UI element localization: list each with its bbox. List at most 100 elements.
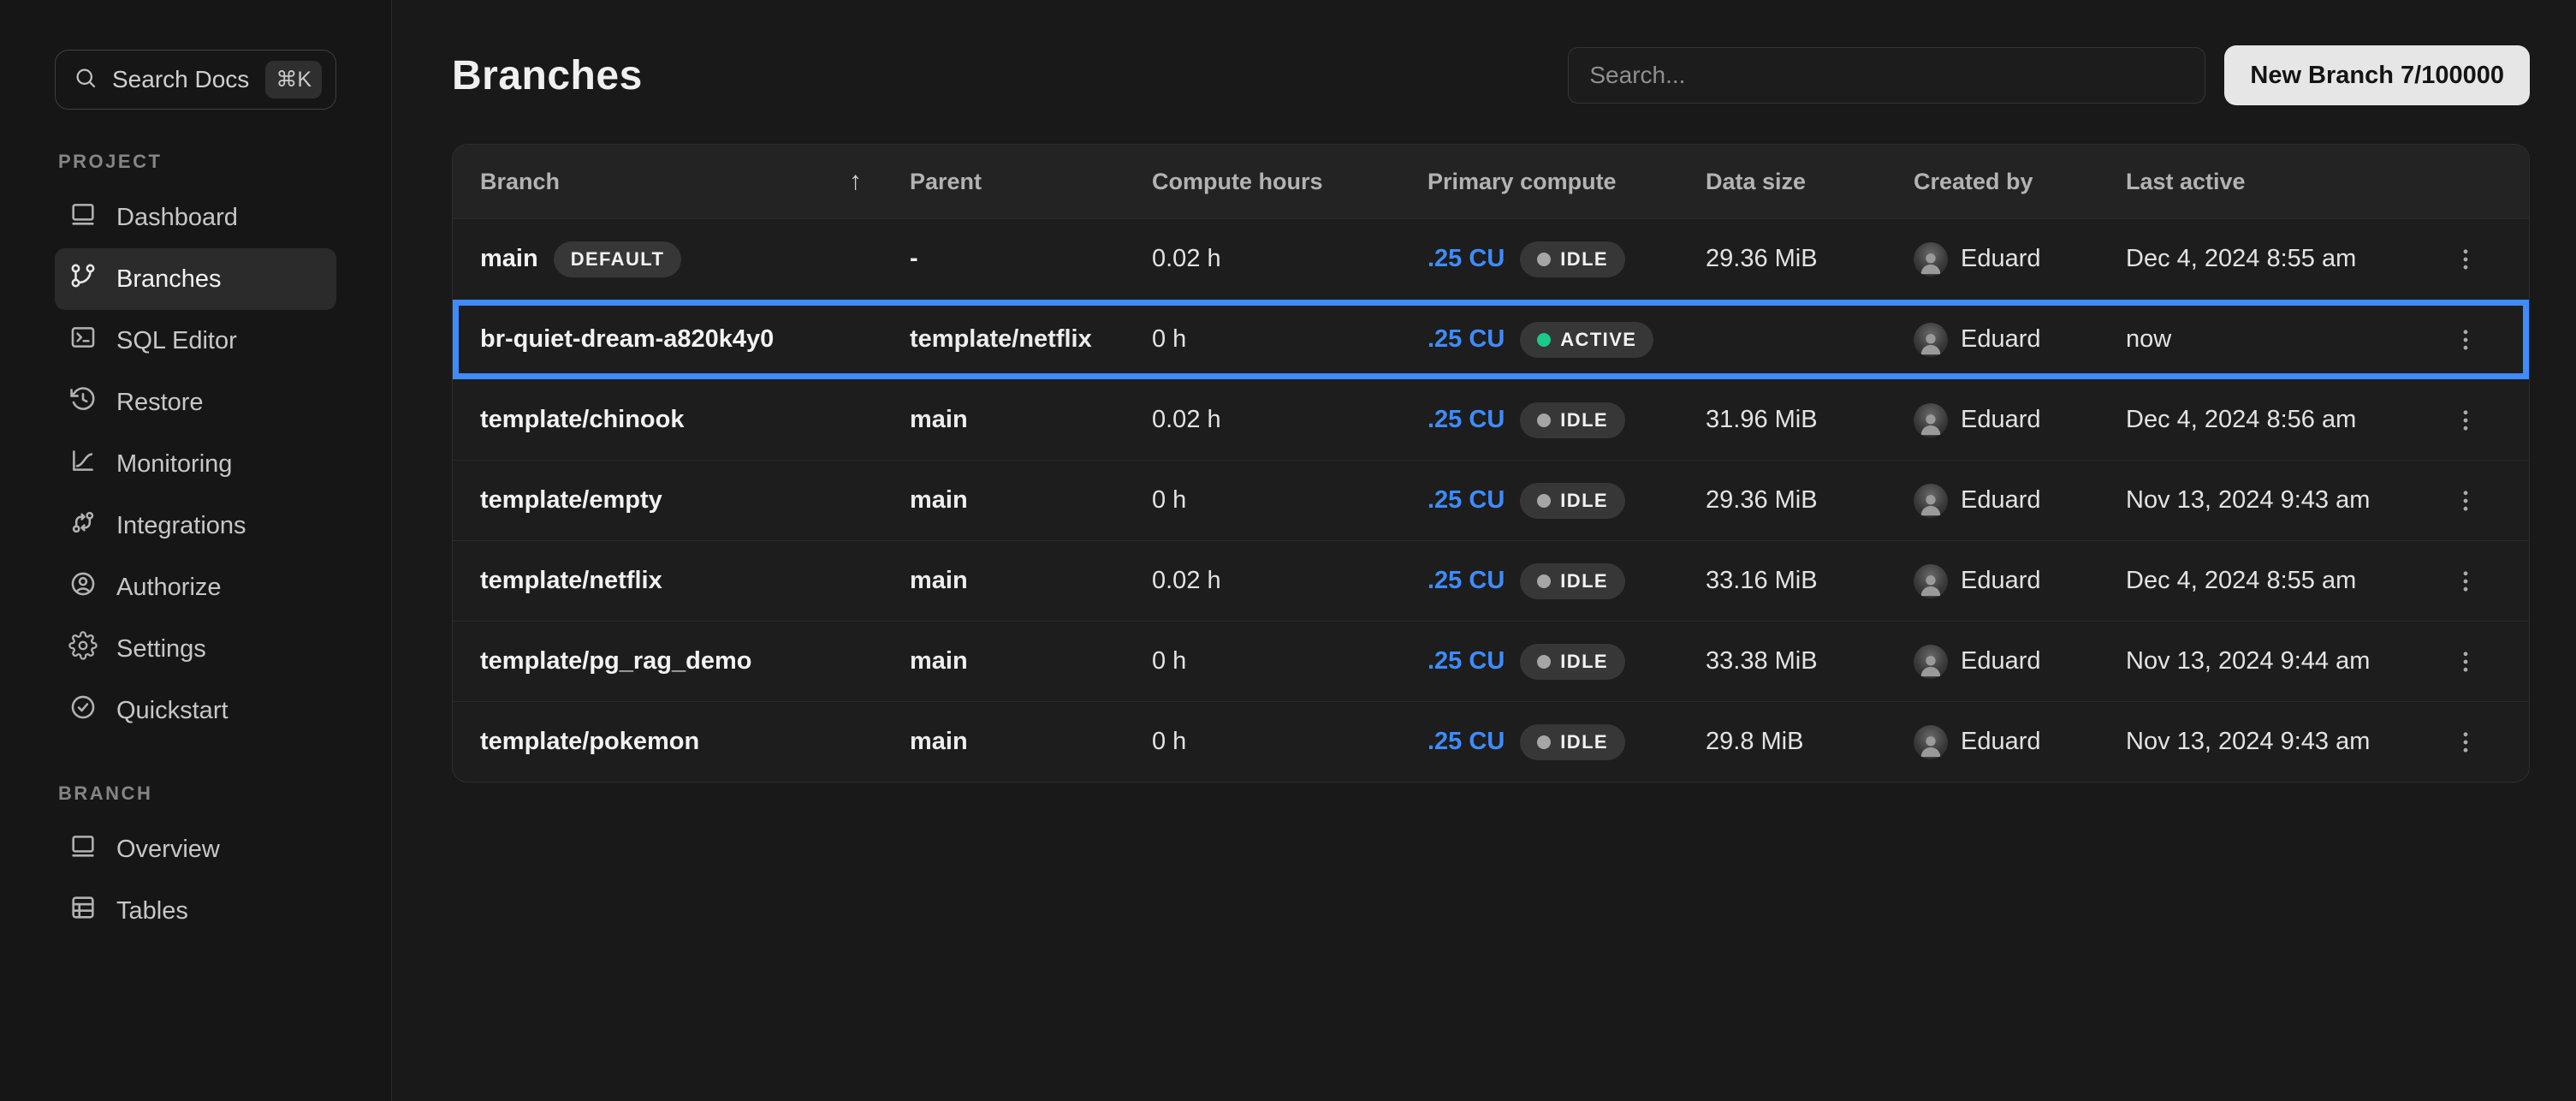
row-actions-cell (2408, 641, 2508, 682)
last-active-value: Nov 13, 2024 9:44 am (2126, 647, 2408, 675)
sidebar-section-branch: BRANCH (58, 783, 336, 805)
project-nav: Dashboard Branches SQL Editor (55, 187, 336, 741)
branch-cell: template/empty (480, 486, 910, 515)
created-by-cell: Eduard (1914, 323, 2126, 357)
compute-units-link[interactable]: .25 CU (1427, 325, 1505, 354)
column-header-primary-compute: Primary compute (1427, 169, 1706, 195)
row-menu-button[interactable] (2445, 641, 2486, 682)
sidebar-item-monitoring[interactable]: Monitoring (55, 433, 336, 495)
compute-units-link[interactable]: .25 CU (1427, 728, 1505, 756)
status-dot-icon (1537, 253, 1551, 266)
row-menu-button[interactable] (2445, 400, 2486, 441)
last-active-value: Nov 13, 2024 9:43 am (2126, 486, 2408, 515)
sidebar-item-label: SQL Editor (116, 327, 237, 355)
table-row[interactable]: template/empty main 0 h .25 CU IDLE 29.3… (453, 460, 2529, 540)
primary-compute-cell: .25 CU IDLE (1427, 724, 1706, 760)
kebab-menu-icon (2451, 486, 2480, 515)
last-active-value: Dec 4, 2024 8:55 am (2126, 567, 2408, 595)
compute-state-label: IDLE (1560, 731, 1608, 753)
table-row[interactable]: main DEFAULT - 0.02 h .25 CU IDLE 29.36 … (453, 218, 2529, 299)
table-header-row: Branch ↑ Parent Compute hours Primary co… (453, 145, 2529, 218)
toolbar: New Branch 7/100000 (1568, 45, 2530, 105)
default-badge: DEFAULT (554, 241, 682, 277)
sidebar-item-quickstart[interactable]: Quickstart (55, 680, 336, 741)
sidebar-item-sql-editor[interactable]: SQL Editor (55, 310, 336, 372)
kebab-menu-icon (2451, 406, 2480, 435)
branch-name: br-quiet-dream-a820k4y0 (480, 325, 774, 354)
compute-units-link[interactable]: .25 CU (1427, 406, 1505, 434)
overview-icon (68, 831, 98, 867)
app-root: Search Docs ⌘K PROJECT Dashboard B (0, 0, 2576, 1101)
branch-cell: main DEFAULT (480, 241, 910, 277)
table-row[interactable]: template/pokemon main 0 h .25 CU IDLE 29… (453, 701, 2529, 782)
status-dot-icon (1537, 414, 1551, 427)
branch-name: template/pg_rag_demo (480, 647, 751, 675)
compute-state-badge: IDLE (1520, 483, 1625, 519)
compute-state-badge: IDLE (1520, 644, 1625, 680)
sidebar-item-tables[interactable]: Tables (55, 880, 336, 942)
sidebar-item-label: Settings (116, 635, 206, 664)
kebab-menu-icon (2451, 245, 2480, 274)
row-actions-cell (2408, 239, 2508, 280)
compute-units-link[interactable]: .25 CU (1427, 245, 1505, 273)
branch-name: main (480, 245, 538, 273)
table-row[interactable]: template/netflix main 0.02 h .25 CU IDLE… (453, 540, 2529, 621)
sidebar-item-label: Restore (116, 389, 204, 417)
compute-state-label: ACTIVE (1560, 329, 1636, 351)
row-menu-button[interactable] (2445, 239, 2486, 280)
sidebar: Search Docs ⌘K PROJECT Dashboard B (0, 0, 392, 1101)
created-by-name: Eduard (1961, 567, 2041, 595)
sidebar-item-label: Overview (116, 836, 220, 864)
status-dot-icon (1537, 655, 1551, 669)
gear-icon (68, 631, 98, 667)
created-by-name: Eduard (1961, 728, 2041, 756)
last-active-value: now (2126, 325, 2408, 354)
table-body: main DEFAULT - 0.02 h .25 CU IDLE 29.36 … (453, 218, 2529, 782)
row-menu-button[interactable] (2445, 722, 2486, 763)
row-menu-button[interactable] (2445, 561, 2486, 602)
sidebar-item-branches[interactable]: Branches (55, 248, 336, 310)
sidebar-item-restore[interactable]: Restore (55, 372, 336, 433)
branch-cell: template/chinook (480, 406, 910, 434)
avatar (1914, 323, 1948, 357)
sidebar-item-settings[interactable]: Settings (55, 618, 336, 680)
branch-name: template/pokemon (480, 728, 699, 756)
sidebar-item-label: Monitoring (116, 450, 232, 479)
row-menu-button[interactable] (2445, 480, 2486, 521)
sidebar-item-dashboard[interactable]: Dashboard (55, 187, 336, 248)
branch-nav: Overview Tables (55, 818, 336, 942)
parent-branch: template/netflix (910, 325, 1152, 354)
compute-hours-value: 0.02 h (1152, 567, 1427, 595)
new-branch-button[interactable]: New Branch 7/100000 (2224, 45, 2530, 105)
table-row[interactable]: br-quiet-dream-a820k4y0 template/netflix… (453, 299, 2529, 379)
compute-hours-value: 0 h (1152, 647, 1427, 675)
last-active-value: Dec 4, 2024 8:56 am (2126, 406, 2408, 434)
compute-units-link[interactable]: .25 CU (1427, 647, 1505, 675)
search-docs-button[interactable]: Search Docs ⌘K (55, 50, 336, 110)
status-dot-icon (1537, 735, 1551, 749)
sidebar-item-label: Quickstart (116, 697, 229, 725)
compute-units-link[interactable]: .25 CU (1427, 567, 1505, 595)
search-docs-label: Search Docs (112, 66, 249, 93)
keyboard-shortcut-badge: ⌘K (265, 61, 322, 98)
compute-hours-value: 0 h (1152, 325, 1427, 354)
row-menu-button[interactable] (2445, 319, 2486, 360)
sidebar-item-overview[interactable]: Overview (55, 818, 336, 880)
created-by-cell: Eduard (1914, 564, 2126, 598)
branch-name: template/chinook (480, 406, 685, 434)
compute-hours-value: 0 h (1152, 486, 1427, 515)
sidebar-item-integrations[interactable]: Integrations (55, 495, 336, 556)
avatar (1914, 484, 1948, 518)
column-header-parent: Parent (910, 169, 1152, 195)
data-size-value: 33.16 MiB (1706, 567, 1914, 595)
branch-search-input[interactable] (1568, 47, 2205, 104)
table-row[interactable]: template/pg_rag_demo main 0 h .25 CU IDL… (453, 621, 2529, 701)
data-size-value: 29.8 MiB (1706, 728, 1914, 756)
status-dot-icon (1537, 333, 1551, 347)
sidebar-item-authorize[interactable]: Authorize (55, 556, 336, 618)
data-size-value: 33.38 MiB (1706, 647, 1914, 675)
compute-units-link[interactable]: .25 CU (1427, 486, 1505, 515)
column-header-branch[interactable]: Branch ↑ (480, 167, 910, 196)
table-row[interactable]: template/chinook main 0.02 h .25 CU IDLE… (453, 379, 2529, 460)
sort-ascending-icon: ↑ (849, 167, 862, 196)
